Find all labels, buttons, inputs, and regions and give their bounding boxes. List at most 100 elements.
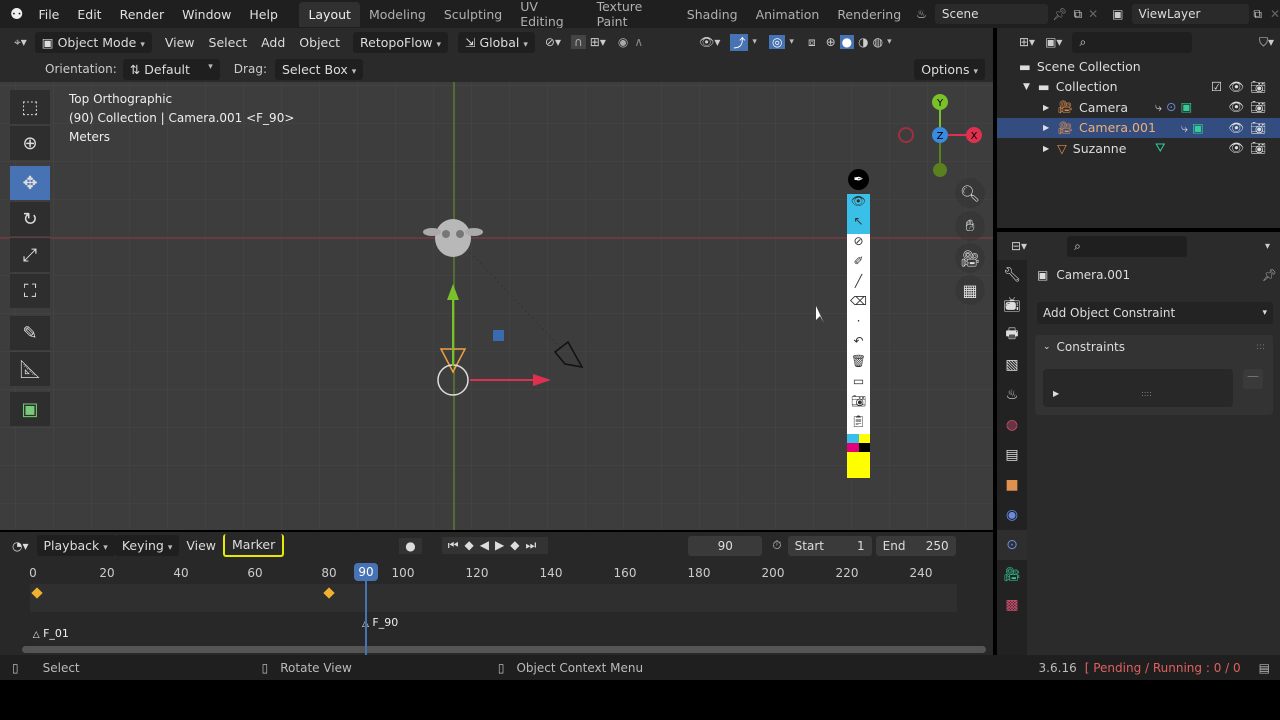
timeline-marker[interactable]: △ F_01 bbox=[33, 627, 69, 640]
move-plane-handle[interactable] bbox=[493, 330, 504, 341]
line-icon[interactable]: ╱ bbox=[855, 274, 862, 294]
remove-constraint-button[interactable]: — bbox=[1243, 369, 1263, 389]
blender-logo-icon[interactable]: ⚉ bbox=[10, 5, 23, 23]
playback-controls[interactable]: ⏮◆◀▶◆⏭ bbox=[441, 537, 549, 554]
tab-layout[interactable]: Layout bbox=[299, 1, 360, 27]
playhead-label[interactable]: 90 bbox=[354, 563, 378, 581]
current-color-swatch[interactable] bbox=[847, 452, 870, 478]
menu-file[interactable]: File bbox=[29, 7, 68, 22]
keying-menu[interactable]: Keying ▾ bbox=[114, 535, 180, 556]
pointer-icon[interactable]: ↖ bbox=[847, 214, 870, 234]
playback-menu[interactable]: Playback ▾ bbox=[36, 535, 115, 556]
pin-icon[interactable]: 📌︎ bbox=[1262, 268, 1277, 282]
new-scene-icon[interactable]: ⧉ bbox=[1074, 7, 1083, 22]
scene-field[interactable]: Scene bbox=[934, 4, 1049, 24]
play-icon[interactable]: ▶ bbox=[495, 538, 510, 552]
expand-arrow-icon[interactable]: ▶ bbox=[1043, 103, 1049, 112]
color-swatches[interactable] bbox=[847, 434, 870, 443]
drag-handle-icon[interactable]: ::: bbox=[1256, 342, 1265, 352]
tab-modeling[interactable]: Modeling bbox=[360, 2, 435, 27]
annotate-tool[interactable]: ✎ bbox=[10, 316, 50, 350]
constraints-tab-icon[interactable]: ⊙ bbox=[997, 530, 1027, 560]
view-layer-tab-icon[interactable]: ▧ bbox=[997, 350, 1027, 380]
menu-select[interactable]: Select bbox=[202, 32, 255, 53]
expand-arrow-icon[interactable]: ▼ bbox=[1023, 82, 1030, 92]
eye-icon[interactable]: 👁︎ bbox=[847, 194, 870, 214]
scale-tool[interactable]: ⤢ bbox=[10, 238, 50, 272]
tab-sculpting[interactable]: Sculpting bbox=[435, 2, 511, 27]
tab-animation[interactable]: Animation bbox=[747, 2, 829, 27]
dot-size-icon[interactable]: · bbox=[857, 314, 861, 334]
view-layer-icon[interactable]: ▣ bbox=[1112, 7, 1123, 21]
texture-tab-icon[interactable]: ▩ bbox=[997, 590, 1027, 620]
camera-view-button[interactable]: 🎥︎ bbox=[955, 243, 985, 273]
timeline-view-menu[interactable]: View bbox=[179, 535, 223, 556]
measure-tool[interactable]: 📐︎ bbox=[10, 352, 50, 386]
keyframe-summary-track[interactable] bbox=[30, 584, 957, 612]
pivot-icon[interactable]: ⊘▾ bbox=[545, 35, 561, 49]
object-data-tab-icon[interactable]: 🎥︎ bbox=[997, 560, 1027, 590]
viewport-canvas[interactable]: Y Z X bbox=[0, 82, 993, 530]
editor-type-icon[interactable]: ◔▾ bbox=[12, 539, 29, 553]
menu-window[interactable]: Window bbox=[173, 7, 240, 22]
stopwatch-icon[interactable]: ⏱ bbox=[772, 538, 781, 553]
falloff-icon[interactable]: ∧ bbox=[634, 35, 643, 49]
visibility-icon[interactable]: 👁︎▾ bbox=[699, 35, 720, 49]
jump-end-icon[interactable]: ⏭ bbox=[525, 538, 542, 552]
shading-dropdown[interactable]: ▾ bbox=[887, 37, 892, 47]
material-shading-icon[interactable]: ◑ bbox=[858, 35, 868, 49]
playhead-line[interactable] bbox=[365, 581, 367, 655]
filter-view-icon[interactable]: ▣▾ bbox=[1045, 35, 1062, 49]
xray-icon[interactable]: ⧈ bbox=[808, 35, 816, 50]
wireframe-shading-icon[interactable]: ⊕ bbox=[826, 35, 836, 49]
pen-nib-icon[interactable]: ✒ bbox=[848, 169, 869, 190]
transform-tool[interactable]: ⛶ bbox=[10, 274, 50, 308]
retopoflow-dropdown[interactable]: RetopoFlow ▾ bbox=[353, 31, 449, 53]
expand-arrow-icon[interactable]: ▶ bbox=[1043, 144, 1049, 153]
move-tool[interactable]: ✥ bbox=[10, 166, 50, 200]
transform-orientation-dropdown[interactable]: ⇲ Global ▾ bbox=[458, 31, 535, 53]
record-button[interactable]: ● bbox=[399, 537, 422, 554]
jump-start-icon[interactable]: ⏮ bbox=[448, 538, 465, 552]
menu-render[interactable]: Render bbox=[111, 7, 174, 22]
menu-view[interactable]: View bbox=[158, 32, 202, 53]
object-tab-icon[interactable]: ■ bbox=[997, 470, 1027, 500]
scene-icon[interactable]: ♨ bbox=[916, 7, 927, 21]
expand-arrow-icon[interactable]: ▶ bbox=[1053, 389, 1059, 398]
drag-handle-icon[interactable]: :::: bbox=[1141, 389, 1152, 398]
collection-toggles[interactable]: ☑👁︎📷︎ bbox=[1211, 79, 1272, 95]
menu-help[interactable]: Help bbox=[240, 7, 287, 22]
marker-icon[interactable]: ✐ bbox=[853, 254, 863, 274]
pan-button[interactable]: ✋︎ bbox=[955, 211, 985, 241]
rendered-shading-icon[interactable]: ◍ bbox=[873, 35, 883, 49]
tab-rendering[interactable]: Rendering bbox=[828, 2, 910, 27]
outliner-item-suzanne[interactable]: ▶ ▽ Suzanne ⛛ 👁︎📷︎ bbox=[997, 138, 1280, 159]
constraint-item[interactable]: ▶ :::: bbox=[1043, 369, 1233, 407]
outliner-item-camera[interactable]: ▶ 🎥︎ Camera ⤷ ⊙ ▣ 👁︎📷︎ bbox=[997, 97, 1280, 118]
menu-edit[interactable]: Edit bbox=[68, 7, 110, 22]
current-frame-field[interactable]: 90 bbox=[688, 535, 763, 556]
scene-tab-icon[interactable]: ♨ bbox=[997, 380, 1027, 410]
undo-icon[interactable]: ↶ bbox=[853, 334, 863, 354]
pin-icon[interactable]: 📌︎ bbox=[1052, 7, 1067, 21]
next-keyframe-icon[interactable]: ◆ bbox=[510, 538, 525, 552]
prev-keyframe-icon[interactable]: ◆ bbox=[465, 538, 480, 552]
play-reverse-icon[interactable]: ◀ bbox=[480, 538, 495, 552]
rotate-tool[interactable]: ↻ bbox=[10, 202, 50, 236]
options-chevron-icon[interactable]: ▾ bbox=[1265, 241, 1270, 252]
board-icon[interactable]: ▭ bbox=[853, 374, 864, 394]
world-tab-icon[interactable]: ◍ bbox=[997, 410, 1027, 440]
scene-collection-row[interactable]: ▬ Scene Collection bbox=[997, 56, 1280, 77]
report-icon[interactable]: ▤ bbox=[1259, 661, 1270, 675]
screenshot-icon[interactable]: 📷︎ bbox=[851, 394, 866, 414]
overlay-dropdown[interactable]: ▾ bbox=[789, 37, 794, 47]
select-box-tool[interactable]: ⬚ bbox=[10, 90, 50, 124]
close-scene-icon[interactable]: ✕ bbox=[1088, 7, 1098, 21]
collection-tab-icon[interactable]: ▤ bbox=[997, 440, 1027, 470]
gizmo-toggle-icon[interactable]: ⤴ bbox=[730, 33, 749, 51]
display-mode-icon[interactable]: ⊞▾ bbox=[1019, 35, 1035, 49]
output-tab-icon[interactable]: 🖶 bbox=[997, 320, 1027, 350]
mode-dropdown[interactable]: ▣ Object Mode ▾ bbox=[34, 31, 152, 53]
zoom-button[interactable]: 🔍︎ bbox=[955, 178, 985, 208]
clipboard-icon[interactable]: 📋︎ bbox=[851, 414, 866, 434]
